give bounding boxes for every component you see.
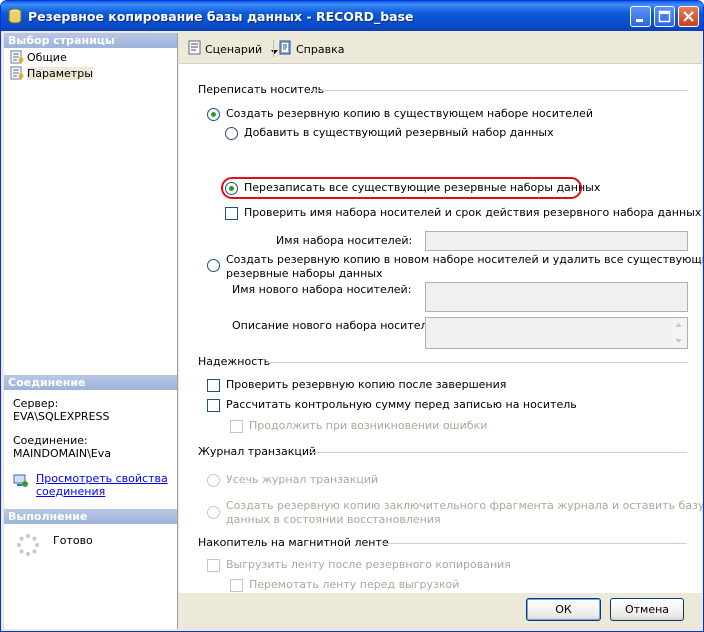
progress-status: Готово: [53, 534, 93, 547]
rewind-tape-checkbox[interactable]: [230, 579, 243, 592]
truncate-log-radio[interactable]: [207, 474, 220, 487]
connection-properties-icon: [13, 474, 28, 487]
truncate-log-label: Усечь журнал транзакций: [226, 473, 379, 486]
overwrite-group-title: Переписать носитель: [198, 83, 325, 96]
existing-set-label: Создать резервную копию в существующем н…: [226, 107, 593, 120]
checksum-label: Рассчитать контрольную сумму перед запис…: [226, 398, 577, 411]
page-general[interactable]: Общие: [10, 50, 67, 66]
continue-on-error-checkbox[interactable]: [230, 420, 243, 433]
new-media-name-label: Имя нового набора носителей:: [232, 283, 412, 296]
options-content: Переписать носитель Создать резервную ко…: [182, 68, 703, 592]
verify-backup-label: Проверить резервную копию после завершен…: [226, 378, 507, 391]
view-connection-properties-link[interactable]: Просмотреть свойства соединения: [36, 472, 168, 498]
minimize-button[interactable]: [630, 6, 651, 27]
progress-spinner-icon: [17, 534, 39, 556]
media-name-label: Имя набора носителей:: [276, 234, 413, 247]
server-value: EVA\SQLEXPRESS: [13, 410, 110, 423]
check-media-name-label: Проверить имя набора носителей и срок де…: [244, 206, 702, 219]
rewind-tape-label: Перемотать ленту перед выгрузкой: [249, 578, 460, 591]
overwrite-all-label: Перезаписать все существующие резервные …: [244, 181, 601, 194]
maximize-icon: [658, 10, 671, 23]
check-media-name-checkbox[interactable]: [225, 207, 238, 220]
page-icon: [10, 66, 24, 80]
verify-backup-checkbox[interactable]: [207, 379, 220, 392]
ok-button[interactable]: ОК: [526, 598, 601, 621]
title-bar[interactable]: Резервное копирование базы данных - RECO…: [1, 1, 703, 31]
connection-label: Соединение:: [13, 434, 88, 447]
append-radio[interactable]: [225, 127, 238, 140]
maximize-button[interactable]: [654, 6, 675, 27]
checksum-checkbox[interactable]: [207, 399, 220, 412]
media-name-input[interactable]: [425, 231, 688, 251]
tail-log-radio[interactable]: [207, 506, 220, 519]
continue-on-error-label: Продолжить при возникновении ошибки: [249, 419, 488, 432]
new-set-label-line2: резервные наборы данных: [226, 267, 383, 280]
new-media-name-input[interactable]: [425, 282, 688, 312]
append-label: Добавить в существующий резервный набор …: [244, 126, 554, 139]
left-pane: Выбор страницы Общие Параметры Соединени…: [4, 33, 178, 629]
help-button[interactable]: Справка: [278, 40, 344, 56]
unload-tape-checkbox[interactable]: [207, 559, 220, 572]
script-icon: [188, 40, 201, 55]
group-divider: [310, 90, 687, 91]
scroll-down-icon: [675, 339, 682, 343]
overwrite-all-radio[interactable]: [225, 182, 238, 195]
close-icon: [683, 11, 694, 22]
backup-dialog: Резервное копирование базы данных - RECO…: [0, 0, 704, 632]
right-pane: Сценарий Справка Переписать носитель Соз…: [179, 33, 703, 593]
database-icon: [8, 8, 22, 24]
new-set-radio[interactable]: [207, 259, 220, 272]
new-media-description-input[interactable]: [425, 317, 688, 349]
tape-group-title: Накопитель на магнитной ленте: [198, 536, 389, 549]
new-set-label-line1: Создать резервную копию в новом наборе н…: [226, 253, 704, 266]
progress-header: Выполнение: [4, 509, 177, 524]
script-button[interactable]: Сценарий: [187, 40, 281, 56]
toolbar-separator: [273, 40, 274, 57]
pages-header: Выбор страницы: [4, 33, 177, 48]
group-divider: [381, 543, 687, 544]
help-icon: [279, 40, 291, 55]
minimize-icon: [636, 19, 643, 22]
tail-log-label-line2: данных в состоянии восстановления: [226, 513, 441, 526]
unload-tape-label: Выгрузить ленту после резервного копиров…: [226, 558, 511, 571]
page-icon: [10, 50, 24, 64]
group-divider: [308, 452, 687, 453]
existing-set-radio[interactable]: [207, 108, 220, 121]
window-title: Резервное копирование базы данных - RECO…: [28, 9, 414, 24]
connection-header: Соединение: [4, 375, 177, 390]
log-group-title: Журнал транзакций: [198, 445, 317, 458]
close-button[interactable]: [678, 6, 699, 27]
group-divider: [266, 362, 687, 363]
page-options[interactable]: Параметры: [10, 66, 93, 82]
server-label: Сервер:: [13, 397, 59, 410]
connection-value: MAINDOMAIN\Eva: [13, 447, 112, 460]
reliability-group-title: Надежность: [198, 355, 271, 368]
new-media-description-label: Описание нового набора носителей:: [232, 319, 446, 332]
toolbar: Сценарий Справка: [179, 33, 702, 64]
cancel-button[interactable]: Отмена: [610, 598, 684, 621]
tail-log-label-line1: Создать резервную копию заключительного …: [226, 499, 704, 512]
scroll-up-icon: [675, 323, 682, 327]
description-scrollbar[interactable]: [671, 319, 686, 347]
